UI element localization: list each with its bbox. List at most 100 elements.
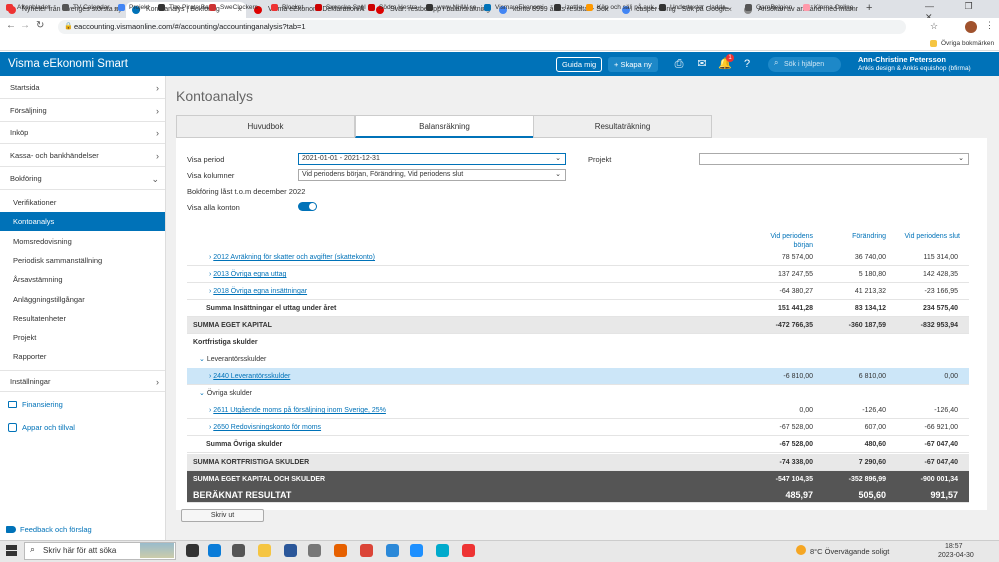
bookmark-item[interactable]: izettle <box>554 2 582 13</box>
sidebar-item-settings[interactable]: Inställningar › <box>0 370 165 392</box>
account-link[interactable]: 2611 Utgående moms på försäljning inom S… <box>213 407 386 414</box>
forward-icon[interactable]: → <box>20 20 30 31</box>
bookmark-item[interactable]: Blocket <box>271 2 303 13</box>
chat-icon[interactable] <box>436 544 449 557</box>
sidebar-item[interactable]: Inköp › <box>0 122 165 144</box>
sidebar-subitem[interactable]: Verifikationer <box>0 193 165 212</box>
bookmark-item[interactable]: Aftonbladet <box>6 2 50 13</box>
bookmark-item[interactable]: The Pirate Bay <box>158 2 212 13</box>
clock-time[interactable]: 18:57 <box>945 543 963 550</box>
bookmark-item[interactable]: GarnBelgien <box>745 2 792 13</box>
account-link[interactable]: 2650 Redovisningskonto för moms <box>213 424 321 431</box>
brand-title[interactable]: Visma eEkonomi Smart <box>8 58 128 70</box>
table-row[interactable]: › 2012 Avräkning för skatter och avgifte… <box>187 249 969 266</box>
col-header-end[interactable]: Vid periodens slut <box>890 232 960 241</box>
word-icon[interactable] <box>284 544 297 557</box>
tab-huvudbok[interactable]: Huvudbok <box>176 115 355 138</box>
company-name[interactable]: Ankis design & Ankis equishop (bfirma) <box>858 65 971 72</box>
sidebar-subitem[interactable]: Periodisk sammanställning <box>0 251 165 270</box>
feedback-link[interactable]: Feedback och förslag <box>6 524 92 536</box>
bookmark-item[interactable]: Klarna Online <box>803 2 853 13</box>
col-header-change[interactable]: Förändring <box>826 232 886 241</box>
tab-balansrakning[interactable]: Balansräkning <box>355 115 534 138</box>
table-row[interactable]: › 2611 Utgående moms på försäljning inom… <box>187 402 969 419</box>
sidebar-item[interactable]: Kassa- och bankhändelser › <box>0 145 165 167</box>
guide-button[interactable]: Guida mig <box>556 57 603 72</box>
app-icon[interactable] <box>462 544 475 557</box>
table-row[interactable]: › 2018 Övriga egna insättningar -64 380,2… <box>187 283 969 300</box>
sidebar-subitem[interactable]: Anläggningstillgångar <box>0 290 165 309</box>
url-field[interactable]: eaccounting.vismaonline.com/#/accounting… <box>58 20 906 34</box>
help-icon[interactable]: ? <box>740 57 754 71</box>
profile-avatar[interactable] <box>965 21 977 33</box>
bookmark-item[interactable]: TV Calendar <box>62 2 110 13</box>
account-link[interactable]: 2018 Övriga egna insättningar <box>213 288 307 295</box>
sidebar-item[interactable]: Försäljning › <box>0 100 165 122</box>
bookmark-favicon-icon <box>659 4 666 11</box>
weather-status[interactable]: 8°C Övervägande soligt <box>810 547 889 556</box>
chevron-down-icon[interactable]: ⌄ <box>199 356 207 363</box>
chevron-down-icon: ⌄ <box>958 155 964 162</box>
create-new-button[interactable]: + Skapa ny <box>608 57 658 72</box>
bookmark-item[interactable]: Visma eEkonomi <box>484 2 544 13</box>
account-link[interactable]: 2012 Avräkning för skatter och avgifter … <box>213 254 375 261</box>
help-search-input[interactable]: Sök i hjälpen <box>768 57 841 72</box>
bookmark-item[interactable]: Undertexter - ladda... <box>659 2 731 13</box>
show-all-toggle[interactable] <box>298 202 317 211</box>
sidebar-subitem[interactable]: Kontoanalys <box>0 212 165 232</box>
chrome-icon[interactable] <box>360 544 373 557</box>
calc-icon[interactable] <box>308 544 321 557</box>
sidebar-subitem[interactable]: Momsredovisning <box>0 232 165 251</box>
table-row[interactable]: › 2013 Övriga egna uttag 137 247,55 5 180,… <box>187 266 969 283</box>
clock-date[interactable]: 2023-04-30 <box>938 552 974 559</box>
financing-link[interactable]: Finansiering <box>8 399 63 411</box>
bookmark-item[interactable]: www.NHW.se <box>426 2 476 13</box>
sidebar-item-label: Försäljning <box>10 106 47 115</box>
chevron-down-icon[interactable]: ⌄ <box>199 390 207 397</box>
sidebar-subitem[interactable]: Projekt <box>0 328 165 347</box>
sidebar-subitem[interactable]: Årsavstämning <box>0 270 165 289</box>
teams-icon[interactable] <box>386 544 399 557</box>
sidebar-item[interactable]: Bokföring ⌄ <box>0 168 165 190</box>
col-header-start[interactable]: Vid periodens början <box>753 232 813 250</box>
apps-link[interactable]: Appar och tillval <box>8 422 75 434</box>
chat-icon[interactable]: ✉ <box>695 57 709 71</box>
other-bookmarks[interactable]: Övriga bokmärken <box>930 38 994 49</box>
bookmark-item[interactable]: SweClockers <box>209 2 258 13</box>
account-link[interactable]: 2440 Leverantörsskulder <box>213 373 290 380</box>
table-row: SUMMA KORTFRISTIGA SKULDER -74 338,00 7 29… <box>187 454 969 471</box>
windows-start-icon[interactable] <box>6 545 17 556</box>
project-select[interactable]: ⌄ <box>699 153 969 165</box>
printer-icon[interactable]: ⎙ <box>672 57 686 71</box>
app-icon[interactable] <box>410 544 423 557</box>
print-button[interactable]: Skriv ut <box>181 509 264 522</box>
explorer-icon[interactable] <box>258 544 271 557</box>
columns-select[interactable]: Vid periodens början, Förändring, Vid pe… <box>298 169 566 181</box>
new-tab-button[interactable]: + <box>866 2 872 14</box>
cell-change: 41 213,32 <box>854 288 886 295</box>
sidebar-subitem[interactable]: Resultatenheter <box>0 309 165 328</box>
bookmark-item[interactable]: Köp och sälj på auk... <box>586 2 659 13</box>
bookmark-star-icon[interactable]: ☆ <box>930 21 938 32</box>
account-link[interactable]: 2013 Övriga egna uttag <box>213 271 286 278</box>
sidebar-subitem[interactable]: Rapporter <box>0 347 165 366</box>
menu-icon[interactable]: ⋮ <box>985 20 994 31</box>
task-view-icon[interactable] <box>186 544 199 557</box>
firefox-icon[interactable] <box>334 544 347 557</box>
edge-icon[interactable] <box>208 544 221 557</box>
sidebar-item[interactable]: Startsida › <box>0 77 165 99</box>
table-row[interactable]: › 2650 Redovisningskonto för moms -67 528… <box>187 419 969 436</box>
store-icon[interactable] <box>232 544 245 557</box>
row-name: SUMMA EGET KAPITAL OCH SKULDER <box>193 471 325 488</box>
megaphone-icon <box>6 526 16 533</box>
bookmark-item[interactable]: Svenska Spel <box>315 2 366 13</box>
user-name[interactable]: Ann-Christine Petersson <box>858 55 946 64</box>
tab-resultatrakning[interactable]: Resultaträkning <box>533 115 712 138</box>
period-select[interactable]: 2021-01-01 - 2021-12-31 ⌄ <box>298 153 566 165</box>
bookmark-item[interactable]: Södra Hestra <box>368 2 417 13</box>
reload-icon[interactable]: ↻ <box>36 20 44 31</box>
back-icon[interactable]: ← <box>6 20 16 31</box>
cell-change: -126,40 <box>862 407 886 414</box>
table-row[interactable]: › 2440 Leverantörsskulder -6 810,00 6 810,… <box>187 368 969 385</box>
bookmark-item[interactable]: Projekt <box>118 2 149 13</box>
